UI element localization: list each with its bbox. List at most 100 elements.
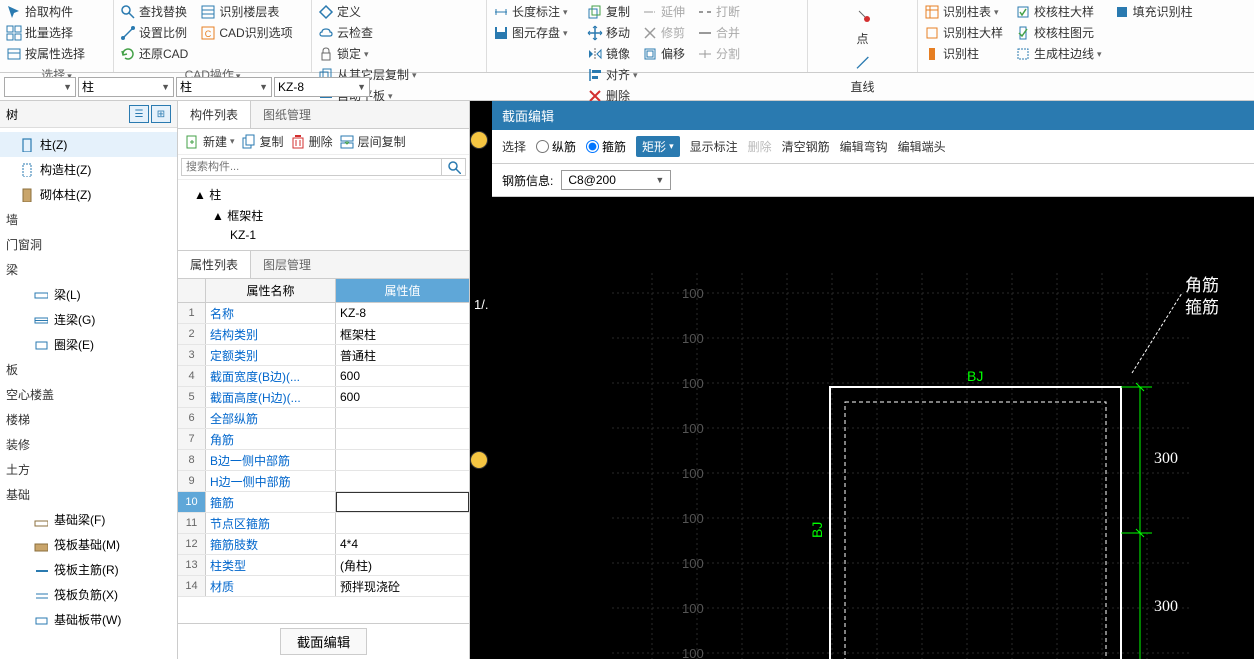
prop-value[interactable] — [336, 408, 469, 428]
section-drawing[interactable]: 100100100100100100100100100 BJ BJ 300 30… — [492, 233, 1254, 659]
tree-group-door[interactable]: 门窗洞 — [0, 232, 177, 257]
btn-gen-col-edge[interactable]: 生成柱边线▾ — [1013, 44, 1104, 64]
tree-item-raft-main[interactable]: 筏板主筋(R) — [0, 557, 177, 582]
tab-layer-mgmt[interactable]: 图层管理 — [251, 251, 323, 278]
btn-edit-end[interactable]: 编辑端头 — [898, 138, 946, 155]
combo-4[interactable]: KZ-8▼ — [274, 77, 370, 97]
btn-pick-component[interactable]: 拾取构件 — [4, 2, 87, 22]
btn-id-col-size[interactable]: 识别柱大样 — [922, 23, 1005, 43]
tb-copy[interactable]: 复制 — [241, 133, 284, 150]
btn-cad-options[interactable]: CAD识别选项 — [198, 23, 294, 43]
btn-clear-steel[interactable]: 清空钢筋 — [782, 138, 830, 155]
tree-group-slab[interactable]: 板 — [0, 357, 177, 382]
tab-drawing-mgmt[interactable]: 图纸管理 — [251, 101, 323, 128]
tree-item-column[interactable]: 柱(Z) — [0, 132, 177, 157]
prop-row[interactable]: 3定额类别普通柱 — [178, 345, 469, 366]
btn-edit-hook[interactable]: 编辑弯钩 — [840, 138, 888, 155]
comp-node-column[interactable]: ▲ 柱 — [178, 184, 469, 205]
chip-rect[interactable]: 矩形▾ — [636, 136, 680, 157]
tree-item-found-beam[interactable]: 基础梁(F) — [0, 507, 177, 532]
search-button[interactable] — [442, 158, 466, 176]
prop-row[interactable]: 1名称KZ-8 — [178, 303, 469, 324]
tree-item-beam[interactable]: 梁(L) — [0, 282, 177, 307]
combo-3[interactable]: 柱▼ — [176, 77, 272, 97]
radio-stirrup[interactable]: 箍筋 — [586, 138, 626, 155]
prop-value[interactable]: (角柱) — [336, 555, 469, 575]
tree-group-hollow[interactable]: 空心楼盖 — [0, 382, 177, 407]
tab-component-list[interactable]: 构件列表 — [178, 101, 251, 128]
btn-length-dim[interactable]: 长度标注▾ — [491, 2, 570, 22]
prop-value[interactable]: KZ-8 — [336, 303, 469, 323]
tree-item-cons-column[interactable]: 构造柱(Z) — [0, 157, 177, 182]
tree-group-beam[interactable]: 梁 — [0, 257, 177, 282]
tree-body[interactable]: 柱(Z) 构造柱(Z) 砌体柱(Z) 墙 门窗洞 梁 梁(L) 连梁(G) 圈梁… — [0, 128, 177, 659]
tree-view-list-icon[interactable]: ☰ — [129, 105, 149, 123]
radio-longitudinal[interactable]: 纵筋 — [536, 138, 576, 155]
prop-row[interactable]: 14材质预拌现浇砼 — [178, 576, 469, 597]
comp-node-kz1[interactable]: KZ-1 — [178, 226, 469, 244]
btn-save-entity[interactable]: 图元存盘▾ — [491, 23, 570, 43]
btn-section-edit[interactable]: 截面编辑 — [280, 628, 367, 655]
prop-row[interactable]: 2结构类别框架柱 — [178, 324, 469, 345]
tab-prop-list[interactable]: 属性列表 — [178, 251, 251, 278]
btn-fill-id-col[interactable]: 填充识别柱 — [1112, 2, 1195, 22]
prop-value[interactable]: 600 — [336, 387, 469, 407]
prop-row[interactable]: 5截面高度(H边)(...600 — [178, 387, 469, 408]
btn-check-col-entity[interactable]: 校核柱图元 — [1013, 23, 1104, 43]
prop-row[interactable]: 11节点区箍筋 — [178, 513, 469, 534]
combo-2[interactable]: 柱▼ — [78, 77, 174, 97]
prop-row[interactable]: 6全部纵筋 — [178, 408, 469, 429]
comp-node-frame-column[interactable]: ▲ 框架柱 — [178, 205, 469, 226]
btn-mirror[interactable]: 镜像 — [585, 44, 632, 64]
prop-value[interactable] — [336, 450, 469, 470]
tree-item-link-beam[interactable]: 连梁(G) — [0, 307, 177, 332]
prop-row[interactable]: 4截面宽度(B边)(...600 — [178, 366, 469, 387]
prop-row[interactable]: 13柱类型(角柱) — [178, 555, 469, 576]
prop-row[interactable]: 9H边一侧中部筋 — [178, 471, 469, 492]
tb-new[interactable]: 新建▾ — [184, 133, 235, 150]
tree-view-grid-icon[interactable]: ⊞ — [151, 105, 171, 123]
btn-copy[interactable]: 复制 — [585, 2, 632, 22]
prop-value[interactable] — [336, 492, 469, 512]
prop-value[interactable] — [336, 429, 469, 449]
btn-id-col-table[interactable]: 识别柱表▾ — [922, 2, 1005, 22]
btn-id-col[interactable]: 识别柱 — [922, 44, 1005, 64]
prop-row[interactable]: 12箍筋肢数4*4 — [178, 534, 469, 555]
tree-group-earth[interactable]: 土方 — [0, 457, 177, 482]
tb-interfloor-copy[interactable]: 层间复制 — [339, 133, 406, 150]
prop-value[interactable] — [336, 513, 469, 533]
tree-group-stair[interactable]: 楼梯 — [0, 407, 177, 432]
tree-item-masonry-column[interactable]: 砌体柱(Z) — [0, 182, 177, 207]
tree-group-deco[interactable]: 装修 — [0, 432, 177, 457]
btn-select-by-attr[interactable]: 按属性选择 — [4, 44, 87, 64]
btn-sel[interactable]: 选择 — [502, 138, 526, 155]
btn-define[interactable]: 定义 — [316, 2, 375, 22]
tree-item-raft[interactable]: 筏板基础(M) — [0, 532, 177, 557]
search-input[interactable] — [181, 158, 442, 176]
btn-point[interactable]: 点 — [839, 2, 887, 49]
btn-show-dim[interactable]: 显示标注 — [690, 138, 738, 155]
btn-cloud-check[interactable]: 云检查 — [316, 23, 375, 43]
tree-group-wall[interactable]: 墙 — [0, 207, 177, 232]
btn-lock[interactable]: 锁定▾ — [316, 44, 375, 64]
btn-restore-cad[interactable]: 还原CAD — [118, 44, 190, 64]
prop-value[interactable]: 普通柱 — [336, 345, 469, 365]
prop-value[interactable] — [336, 471, 469, 491]
btn-id-floor-table[interactable]: 识别楼层表 — [198, 2, 294, 22]
btn-align[interactable]: 对齐▾ — [585, 65, 640, 85]
tree-group-found[interactable]: 基础 — [0, 482, 177, 507]
prop-value[interactable]: 框架柱 — [336, 324, 469, 344]
btn-move[interactable]: 移动 — [585, 23, 632, 43]
btn-batch-select[interactable]: 批量选择 — [4, 23, 87, 43]
prop-value[interactable]: 预拌现浇砼 — [336, 576, 469, 596]
prop-value[interactable]: 600 — [336, 366, 469, 386]
combo-1[interactable]: ▼ — [4, 77, 76, 97]
prop-row[interactable]: 8B边一侧中部筋 — [178, 450, 469, 471]
steel-info-input[interactable]: C8@200▼ — [561, 170, 671, 190]
btn-set-scale[interactable]: 设置比例 — [118, 23, 190, 43]
btn-line[interactable]: 直线 — [839, 50, 887, 97]
tb-delete[interactable]: 删除 — [290, 133, 333, 150]
prop-row[interactable]: 7角筋 — [178, 429, 469, 450]
tree-item-ring-beam[interactable]: 圈梁(E) — [0, 332, 177, 357]
tree-item-found-strip[interactable]: 基础板带(W) — [0, 607, 177, 632]
